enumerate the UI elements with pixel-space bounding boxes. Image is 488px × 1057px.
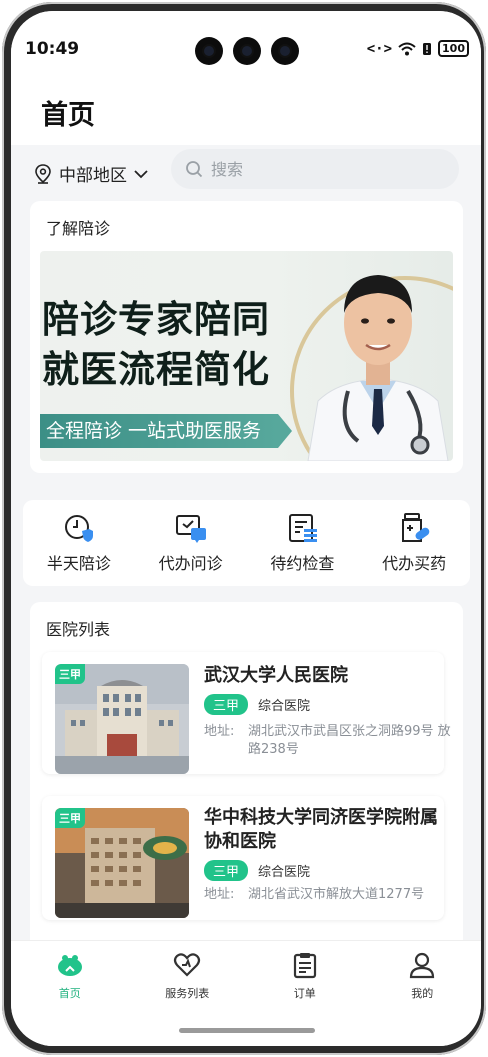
- service-label: 待约检查: [270, 554, 335, 573]
- service-label: 半天陪诊: [46, 554, 111, 573]
- service-label: 代办买药: [382, 554, 447, 573]
- doctor-image: [307, 275, 449, 461]
- battery-indicator: 100: [438, 40, 469, 57]
- search-input[interactable]: [211, 159, 431, 179]
- hospital-name: 武汉大学人民医院: [204, 665, 348, 686]
- address-value: 湖北武汉市武昌区张之洞路99号 放路238号: [248, 724, 451, 757]
- tab-mine[interactable]: 我的: [364, 941, 482, 1046]
- hospital-type: 综合医院: [258, 865, 311, 880]
- learn-escort-card: 了解陪诊 陪诊专家陪同 就医流程简化 全程陪诊 一站式助医服务: [30, 201, 463, 473]
- code-icon: <·>: [366, 40, 393, 57]
- banner-headline-2: 就医流程简化: [42, 347, 270, 391]
- tab-label: 我的: [411, 987, 434, 1000]
- location-label: 中部地区: [59, 166, 127, 186]
- camera-icon: [271, 37, 299, 65]
- service-shortcuts: 半天陪诊 代办问诊 待约检查 代办买药: [23, 500, 470, 586]
- tab-label: 服务列表: [165, 987, 210, 1000]
- service-pending-exam[interactable]: 待约检查: [247, 500, 359, 586]
- tab-home[interactable]: 首页: [11, 941, 129, 1046]
- page-title: 首页: [41, 100, 95, 131]
- address-value: 湖北省武汉市解放大道1277号: [248, 887, 425, 902]
- hospital-grade-badge: 三甲: [55, 808, 85, 828]
- heart-icon: [174, 953, 201, 977]
- hospital-address: 地址: 湖北省武汉市解放大道1277号: [204, 886, 454, 904]
- hospital-tags: 三甲 综合医院: [204, 860, 310, 881]
- status-bar: 10:49 <·> 100: [11, 11, 481, 83]
- app-header: 首页: [11, 83, 481, 145]
- banner-ribbon: 全程陪诊 一站式助医服务: [40, 414, 292, 448]
- banner-headline-1: 陪诊专家陪同: [42, 297, 270, 341]
- hospital-grade-badge: 三甲: [55, 664, 85, 684]
- hospital-level-tag: 三甲: [204, 694, 249, 715]
- report-list-icon: [289, 514, 318, 542]
- search-bar[interactable]: [171, 149, 459, 189]
- hospital-image: 三甲: [55, 808, 189, 918]
- tab-label: 首页: [58, 987, 81, 1000]
- home-icon: [57, 955, 82, 976]
- location-pin-icon: [35, 163, 51, 184]
- user-icon: [410, 952, 435, 979]
- chevron-down-icon: [134, 169, 148, 178]
- learn-title: 了解陪诊: [46, 219, 111, 238]
- medicine-bottle-icon: [402, 513, 430, 542]
- hospital-list-title: 医院列表: [46, 620, 111, 639]
- hospital-type: 综合医院: [258, 699, 311, 714]
- service-half-day-escort[interactable]: 半天陪诊: [23, 500, 135, 586]
- camera-icon: [195, 37, 223, 65]
- service-label: 代办问诊: [158, 554, 223, 573]
- address-label: 地址:: [204, 887, 235, 902]
- status-time: 10:49: [25, 39, 80, 59]
- location-selector[interactable]: 中部地区: [33, 161, 149, 186]
- camera-icon: [233, 37, 261, 65]
- hospital-item[interactable]: 三甲 华中科技大学同济医学院附属协和医院 三甲 综合医院 地址: 湖北省武汉市解放…: [42, 796, 444, 920]
- hospital-name: 华中科技大学同济医学院附属协和医院: [204, 807, 438, 852]
- search-icon: [186, 161, 203, 178]
- service-buy-medicine[interactable]: 代办买药: [358, 500, 470, 586]
- hospital-item[interactable]: 三甲 武汉大学人民医院 三甲 综合医院 地址: 湖北武汉市武昌区张之洞路99号 放…: [42, 652, 451, 774]
- hospital-address: 地址: 湖北武汉市武昌区张之洞路99号 放路238号: [204, 723, 454, 759]
- promo-banner[interactable]: 陪诊专家陪同 就医流程简化 全程陪诊 一站式助医服务: [40, 251, 453, 461]
- status-icons: <·> 100: [367, 40, 469, 57]
- wifi-icon: [398, 42, 416, 55]
- clipboard-icon: [293, 953, 316, 979]
- tab-label: 订单: [293, 987, 316, 1000]
- alert-icon: [423, 42, 432, 55]
- screen: 10:49 <·> 100 首页 中部地区 搜索 了解陪诊 陪诊专家陪同 就医流…: [11, 11, 481, 1046]
- hospital-list-card: 医院列表 三甲 武汉大学人民医院 三甲 综合医院 地址: 湖北武汉市武昌区张之洞…: [30, 602, 463, 952]
- hospital-level-tag: 三甲: [204, 860, 249, 881]
- home-indicator: [179, 1028, 315, 1033]
- hospital-tags: 三甲 综合医院: [204, 694, 310, 715]
- hospital-image: 三甲: [55, 664, 189, 774]
- service-proxy-consult[interactable]: 代办问诊: [135, 500, 247, 586]
- chat-consult-icon: [175, 515, 206, 543]
- phone-frame: 10:49 <·> 100 首页 中部地区 搜索 了解陪诊 陪诊专家陪同 就医流…: [2, 2, 486, 1055]
- address-label: 地址:: [204, 724, 235, 739]
- clock-shield-icon: [64, 515, 93, 542]
